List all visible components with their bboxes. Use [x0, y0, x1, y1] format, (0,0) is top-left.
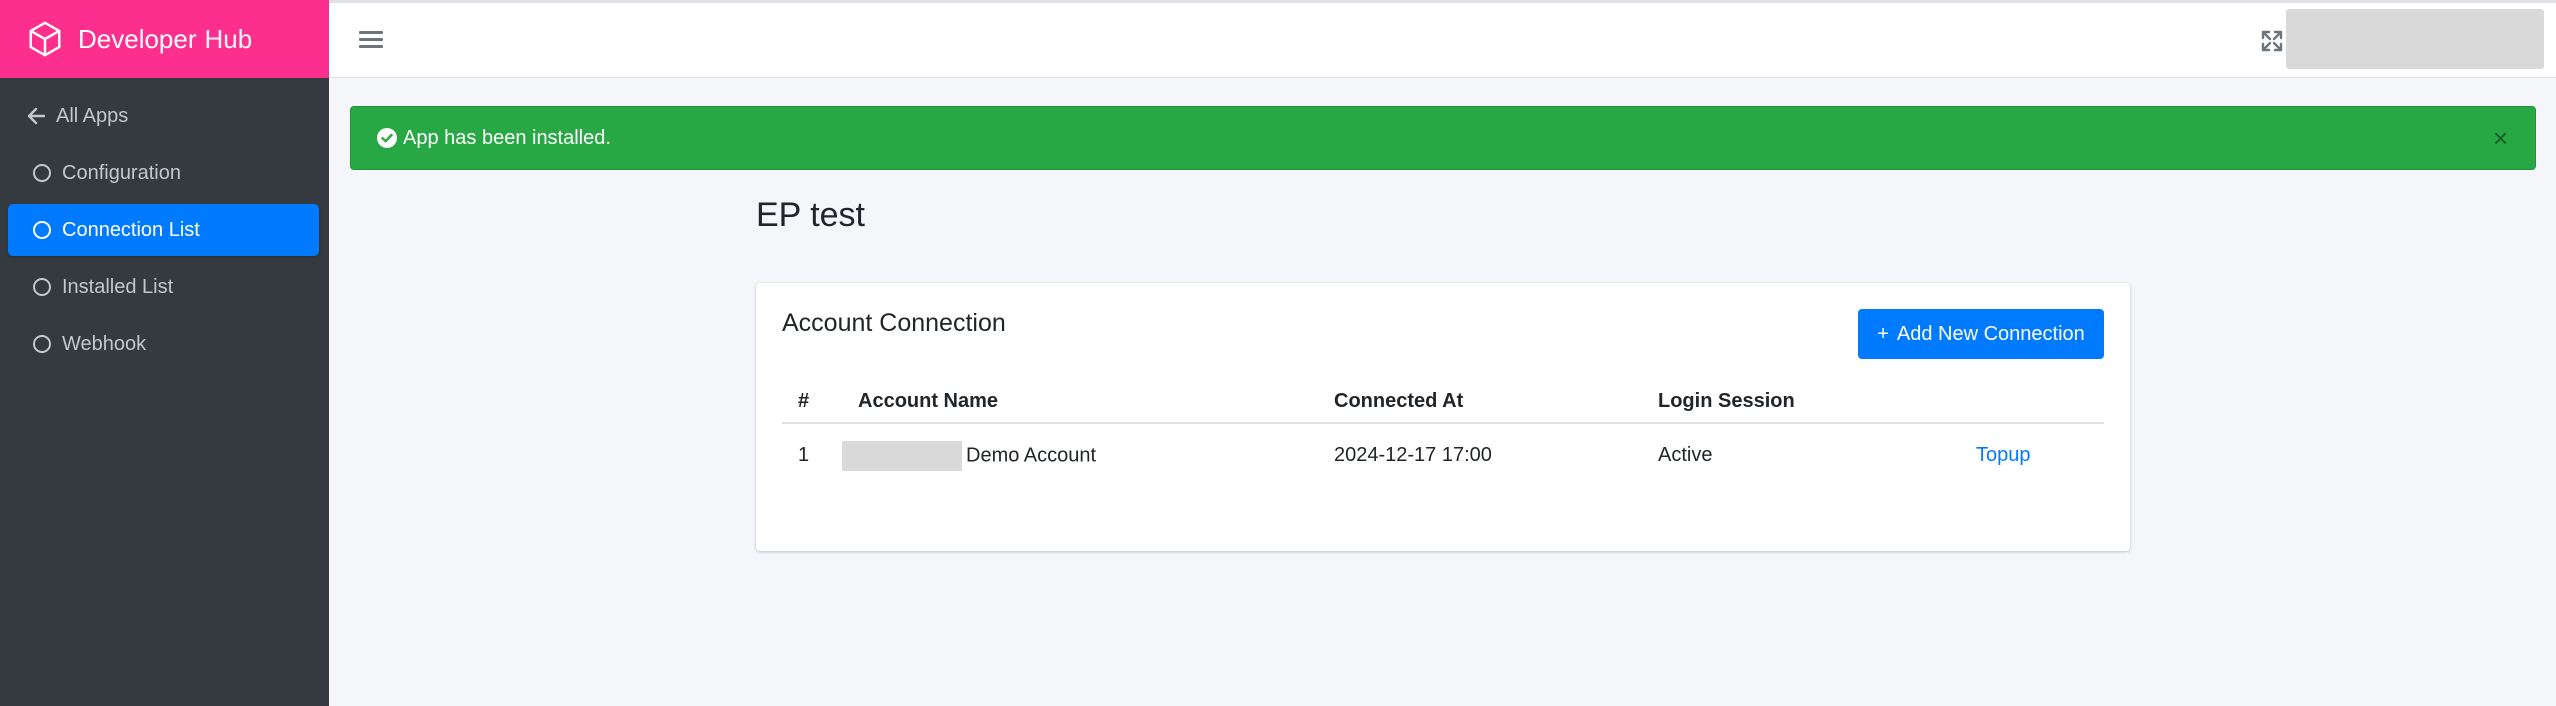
- sidebar-nav: All Apps Configuration Connection List I…: [0, 78, 329, 370]
- account-connection-card: Account Connection + Add New Connection …: [756, 283, 2130, 551]
- top-navbar: [329, 0, 2556, 78]
- circle-icon: [32, 220, 52, 240]
- sidebar-item-label: Connection List: [62, 218, 200, 241]
- cube-logo-icon: [29, 21, 61, 57]
- brand-name: Developer: [78, 23, 197, 54]
- plus-icon: +: [1877, 322, 1889, 345]
- column-header-action: [1942, 381, 2104, 424]
- sidebar-item-label: Installed List: [62, 275, 174, 298]
- column-header-connected-at: Connected At: [1334, 381, 1658, 424]
- sidebar-item-configuration[interactable]: Configuration: [8, 147, 319, 199]
- brand-logo-link[interactable]: Developer Hub: [0, 0, 329, 78]
- column-header-account-name: Account Name: [858, 381, 1334, 424]
- fullscreen-expand-icon[interactable]: [2260, 29, 2284, 53]
- sidebar-item-all-apps[interactable]: All Apps: [8, 90, 319, 142]
- column-header-number: #: [782, 381, 858, 424]
- redacted-account-prefix: [842, 440, 962, 471]
- connected-at-cell: 2024-12-17 17:00: [1334, 444, 1492, 466]
- table-row: 1 Demo Account 2024-12-17 17:00 Active T…: [782, 423, 2104, 487]
- action-cell: Topup: [1942, 423, 2104, 487]
- sidebar-item-label: All Apps: [56, 104, 129, 127]
- column-header-login-session: Login Session: [1658, 381, 1942, 424]
- arrow-left-icon: [26, 106, 46, 126]
- check-circle-icon: [377, 128, 397, 148]
- login-session-cell: Active: [1658, 444, 1713, 466]
- alert-message: App has been installed.: [403, 126, 611, 149]
- topup-link[interactable]: Topup: [1942, 444, 2031, 466]
- table-header-row: # Account Name Connected At Login Sessio…: [782, 381, 2104, 424]
- add-button-label: Add New Connection: [1896, 322, 2085, 345]
- brand-name-suffix: Hub: [204, 23, 253, 54]
- sidebar: Developer Hub All Apps Configuration Conn…: [0, 0, 329, 706]
- account-name: Demo Account: [966, 443, 1097, 466]
- circle-icon: [32, 277, 52, 297]
- menu-toggle-icon[interactable]: [359, 27, 383, 53]
- sidebar-item-label: Configuration: [62, 161, 181, 184]
- circle-icon: [32, 334, 52, 354]
- circle-icon: [32, 163, 52, 183]
- sidebar-item-webhook[interactable]: Webhook: [8, 318, 319, 370]
- success-alert: App has been installed. ×: [350, 106, 2536, 170]
- close-icon[interactable]: ×: [2493, 125, 2513, 151]
- page-title: EP test: [756, 196, 865, 234]
- user-menu-redacted[interactable]: [2286, 9, 2544, 69]
- connections-table: # Account Name Connected At Login Sessio…: [782, 381, 2104, 487]
- sidebar-item-label: Webhook: [62, 332, 147, 355]
- account-name-cell: Demo Account: [842, 423, 1334, 487]
- sidebar-item-installed-list[interactable]: Installed List: [8, 261, 319, 313]
- card-title: Account Connection: [782, 309, 1006, 337]
- add-new-connection-button[interactable]: + Add New Connection: [1858, 309, 2104, 359]
- sidebar-item-connection-list[interactable]: Connection List: [8, 204, 319, 256]
